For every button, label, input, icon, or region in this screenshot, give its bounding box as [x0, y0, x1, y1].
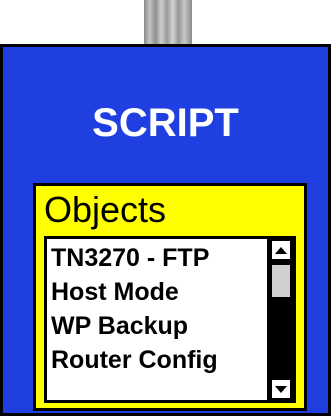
objects-list: TN3270 - FTP Host Mode WP Backup Router … — [51, 241, 263, 377]
objects-group: Objects TN3270 - FTP Host Mode WP Backup… — [33, 183, 307, 411]
objects-listbox[interactable]: TN3270 - FTP Host Mode WP Backup Router … — [44, 236, 296, 403]
list-item[interactable]: Host Mode — [51, 275, 263, 309]
list-item[interactable]: TN3270 - FTP — [51, 241, 263, 275]
panel-title: SCRIPT — [92, 101, 239, 145]
scroll-up-button[interactable] — [270, 239, 292, 261]
scrollbar-thumb[interactable] — [270, 263, 292, 299]
scroll-down-button[interactable] — [270, 378, 292, 400]
objects-label: Objects — [44, 189, 167, 230]
list-item[interactable]: Router Config — [51, 343, 263, 377]
arrow-up-icon — [275, 246, 287, 254]
vertical-scrollbar[interactable] — [267, 239, 293, 400]
cable-connector — [144, 0, 192, 44]
script-panel: SCRIPT Objects TN3270 - FTP Host Mode WP… — [0, 44, 331, 416]
arrow-down-icon — [275, 385, 287, 393]
list-item[interactable]: WP Backup — [51, 309, 263, 343]
